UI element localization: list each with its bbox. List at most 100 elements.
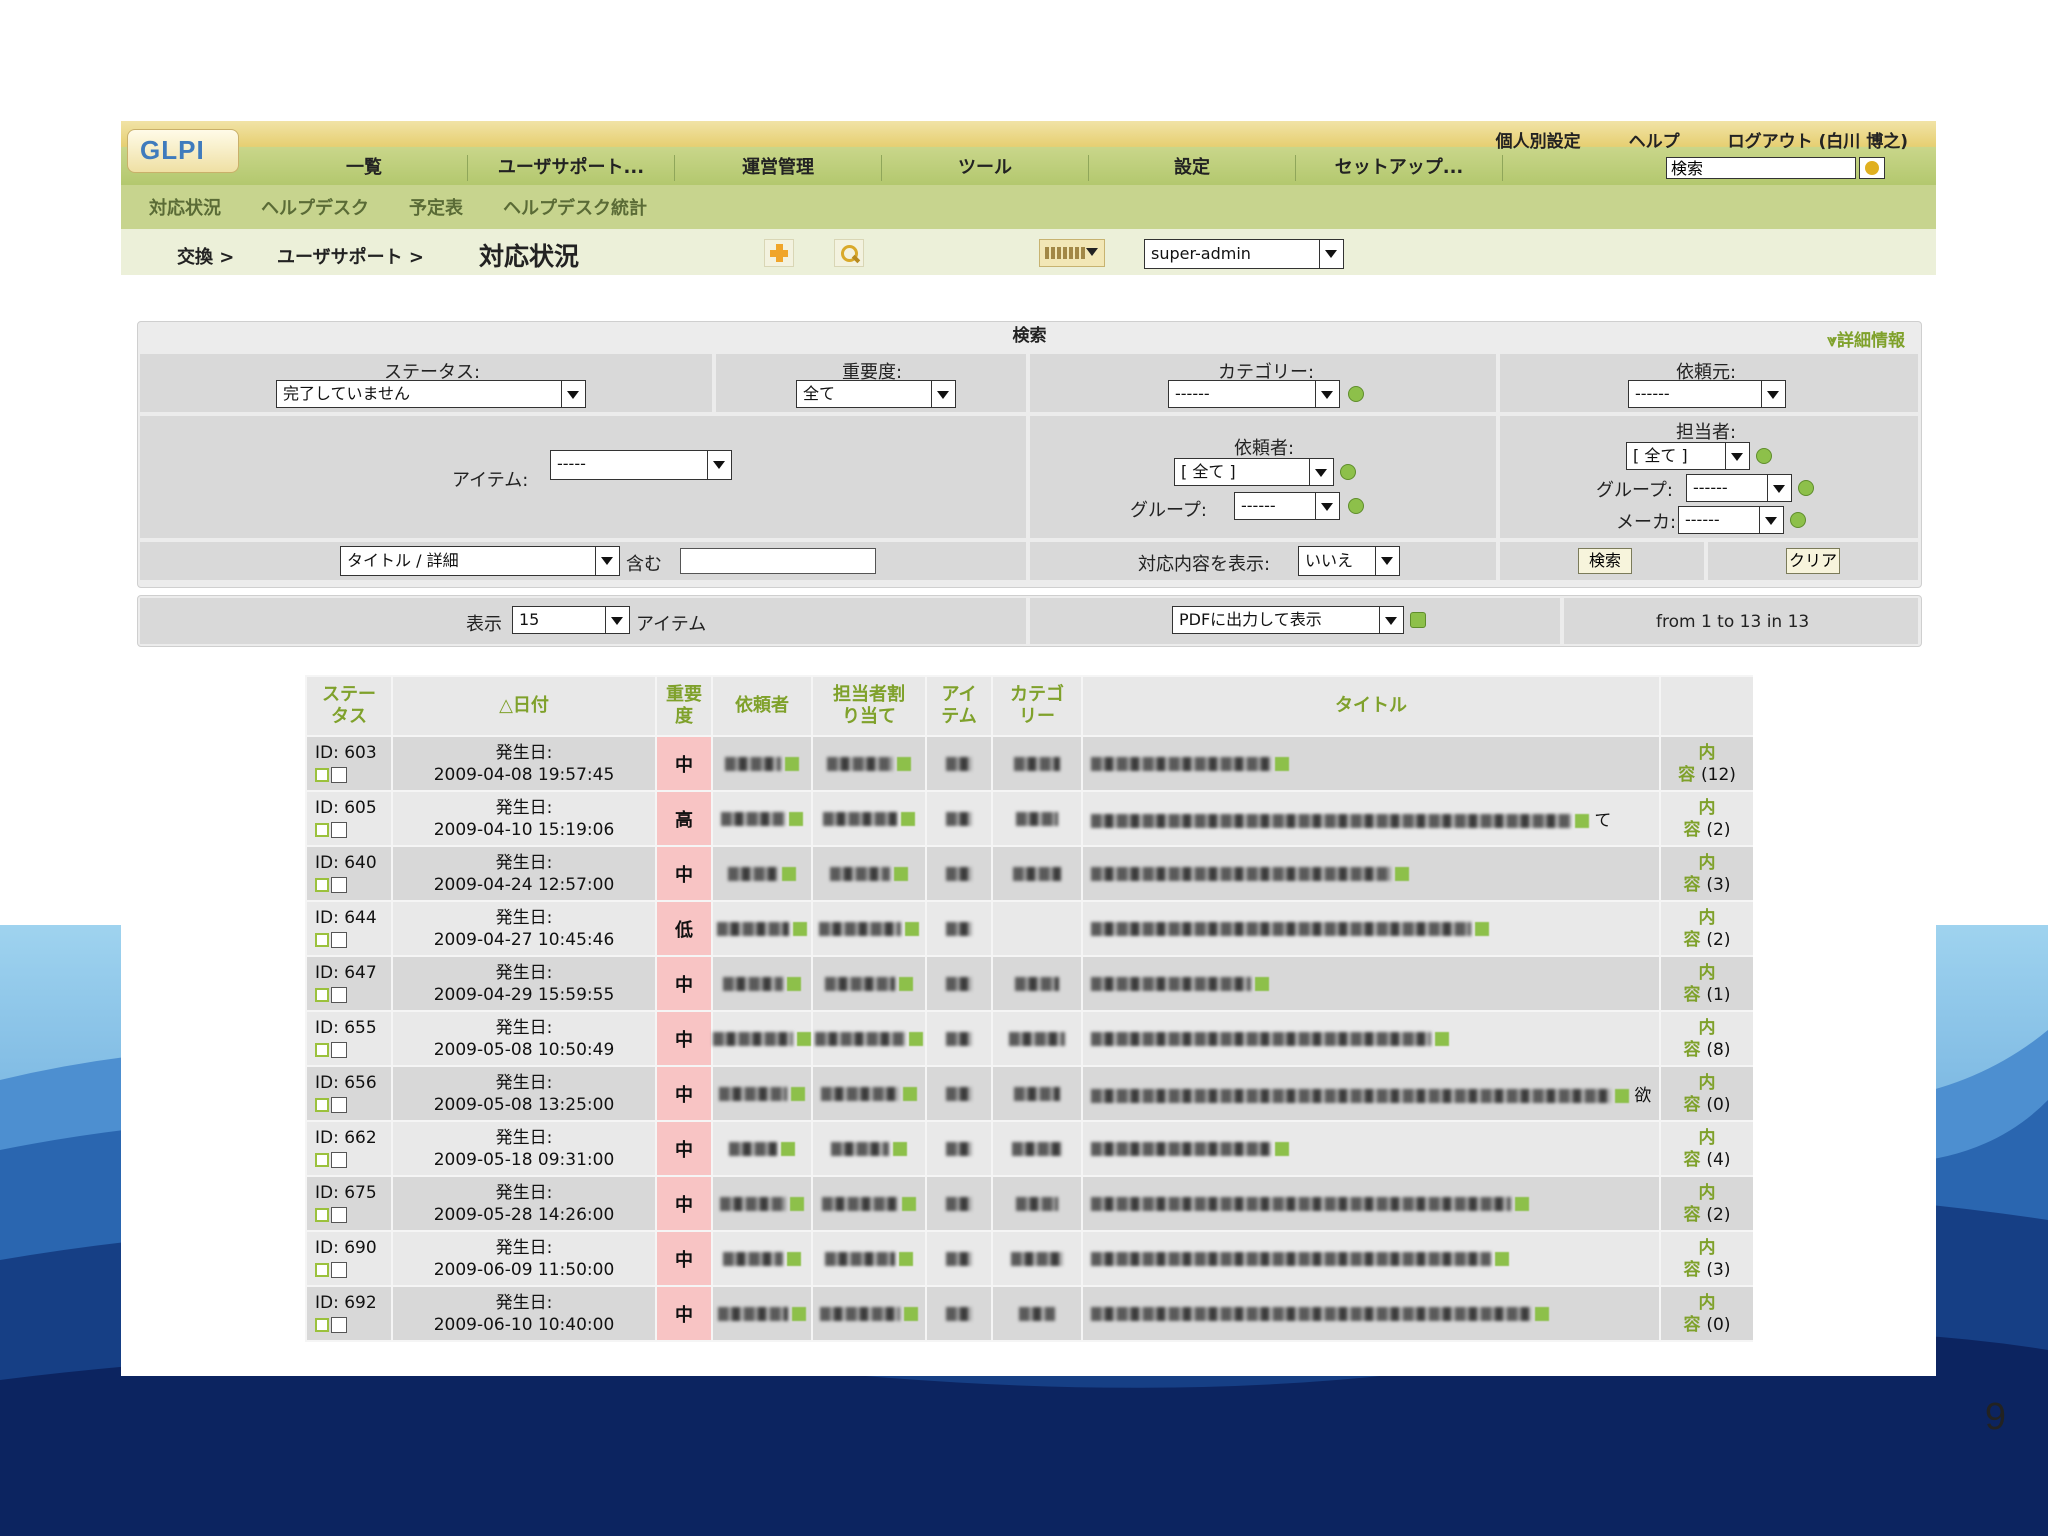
requester-select[interactable]: [ 全て ] [1174, 458, 1334, 486]
status-select[interactable]: 完了していません [276, 380, 586, 408]
header-search-button[interactable] [1859, 157, 1885, 179]
header-search-input[interactable]: 検索 [1666, 157, 1856, 179]
info-icon[interactable] [1395, 866, 1409, 881]
requester-cell[interactable] [711, 790, 813, 847]
menu-setup[interactable]: セットアップ... [1296, 155, 1503, 181]
content-cell[interactable]: 内容 (0) [1659, 1065, 1753, 1122]
table-row[interactable]: ID: 647 発生日: 2009-04-29 15:59:55 中 内容 (1) [305, 955, 1753, 1012]
assigned-cell[interactable] [811, 955, 927, 1012]
subnav-tracking[interactable]: 対応状況 [149, 194, 221, 220]
search-button[interactable]: 検索 [1578, 548, 1632, 574]
info-icon[interactable] [1615, 1089, 1629, 1103]
requester-cell[interactable] [711, 1065, 813, 1122]
ticket-id-cell[interactable]: ID: 662 [305, 1120, 393, 1177]
info-icon[interactable] [787, 1251, 801, 1266]
followups-link[interactable]: 内容 (2) [1683, 908, 1730, 950]
followups-link[interactable]: 内容 (8) [1683, 1018, 1730, 1060]
requester-cell[interactable] [711, 1175, 813, 1232]
item-cell[interactable] [925, 1120, 993, 1177]
info-icon[interactable] [789, 811, 803, 826]
info-icon[interactable] [1515, 1196, 1529, 1211]
ticket-id-cell[interactable]: ID: 656 [305, 1065, 393, 1122]
title-cell[interactable]: て [1081, 790, 1661, 847]
table-row[interactable]: ID: 603 発生日: 2009-04-08 19:57:45 中 内容 (12) [305, 735, 1753, 792]
clear-button[interactable]: クリア [1786, 548, 1840, 574]
table-row[interactable]: ID: 644 発生日: 2009-04-27 10:45:46 低 内容 (2) [305, 900, 1753, 957]
info-icon[interactable] [902, 1196, 916, 1211]
detail-info-link[interactable]: ⩔詳細情報 [1827, 326, 1905, 351]
table-row[interactable]: ID: 675 発生日: 2009-05-28 14:26:00 中 内容 (2) [305, 1175, 1753, 1232]
text-field-select[interactable]: タイトル / 詳細 [340, 546, 620, 576]
item-cell[interactable] [925, 845, 993, 902]
assigned-cell[interactable] [811, 900, 927, 957]
info-icon[interactable] [793, 921, 807, 936]
assigned-cell[interactable] [811, 1010, 927, 1067]
title-cell[interactable] [1081, 1010, 1661, 1067]
ticket-id[interactable]: ID: 656 [315, 1073, 377, 1093]
info-icon[interactable] [787, 976, 801, 991]
ticket-id-cell[interactable]: ID: 692 [305, 1285, 393, 1342]
ticket-id-cell[interactable]: ID: 640 [305, 845, 393, 902]
ticket-id[interactable]: ID: 675 [315, 1183, 377, 1203]
ticket-id-cell[interactable]: ID: 690 [305, 1230, 393, 1287]
title-cell[interactable] [1081, 845, 1661, 902]
logout-link[interactable]: ログアウト (白川 博之) [1728, 127, 1908, 152]
requester-cell[interactable] [711, 1120, 813, 1177]
category-select[interactable]: ------ [1168, 380, 1340, 408]
item-cell[interactable] [925, 1230, 993, 1287]
title-cell[interactable] [1081, 1120, 1661, 1177]
content-cell[interactable]: 内容 (8) [1659, 1010, 1753, 1067]
row-checkbox[interactable] [331, 1151, 347, 1168]
table-row[interactable]: ID: 640 発生日: 2009-04-24 12:57:00 中 内容 (3) [305, 845, 1753, 902]
requester-cell[interactable] [711, 900, 813, 957]
source-select[interactable]: ------ [1628, 380, 1786, 408]
followups-link[interactable]: 内容 (3) [1683, 1238, 1730, 1280]
info-icon[interactable] [1575, 814, 1589, 828]
requester-add-icon[interactable] [1340, 464, 1356, 480]
content-cell[interactable]: 内容 (2) [1659, 900, 1753, 957]
category-add-icon[interactable] [1348, 386, 1364, 402]
ticket-id-cell[interactable]: ID: 603 [305, 735, 393, 792]
content-cell[interactable]: 内容 (1) [1659, 955, 1753, 1012]
assignee-group-select[interactable]: ------ [1686, 474, 1792, 502]
followups-link[interactable]: 内容 (4) [1683, 1128, 1730, 1170]
requester-group-select[interactable]: ------ [1234, 492, 1340, 520]
maker-select[interactable]: ------ [1678, 506, 1784, 534]
ticket-id-cell[interactable]: ID: 644 [305, 900, 393, 957]
info-icon[interactable] [782, 866, 796, 881]
info-icon[interactable] [909, 1031, 923, 1046]
info-icon[interactable] [1435, 1031, 1449, 1046]
item-select[interactable]: ----- [550, 450, 732, 480]
ticket-id[interactable]: ID: 662 [315, 1128, 377, 1148]
assigned-cell[interactable] [811, 735, 927, 792]
info-icon[interactable] [797, 1031, 811, 1046]
info-icon[interactable] [897, 756, 911, 771]
row-checkbox[interactable] [331, 876, 347, 893]
requester-cell[interactable] [711, 1230, 813, 1287]
contains-input[interactable] [680, 548, 876, 574]
info-icon[interactable] [904, 1306, 918, 1321]
requester-cell[interactable] [711, 1010, 813, 1067]
item-cell[interactable] [925, 1285, 993, 1342]
info-icon[interactable] [781, 1141, 795, 1156]
export-select[interactable]: PDFに出力して表示 [1172, 606, 1404, 634]
followups-link[interactable]: 内容 (2) [1683, 1183, 1730, 1225]
row-checkbox[interactable] [331, 986, 347, 1003]
content-cell[interactable]: 内容 (12) [1659, 735, 1753, 792]
menu-settings[interactable]: 設定 [1089, 155, 1296, 181]
row-checkbox[interactable] [331, 1261, 347, 1278]
item-cell[interactable] [925, 735, 993, 792]
row-checkbox[interactable] [331, 1096, 347, 1113]
info-icon[interactable] [1275, 1141, 1289, 1156]
ticket-id-cell[interactable]: ID: 647 [305, 955, 393, 1012]
info-icon[interactable] [899, 976, 913, 991]
title-cell[interactable] [1081, 1230, 1661, 1287]
column-header-assigned[interactable]: 担当者割 り当て [811, 675, 927, 737]
info-icon[interactable] [905, 921, 919, 936]
assigned-cell[interactable] [811, 790, 927, 847]
menu-user-support[interactable]: ユーザサポート... [468, 155, 675, 181]
requester-cell[interactable] [711, 1285, 813, 1342]
menu-management[interactable]: 運営管理 [675, 155, 882, 181]
assigned-cell[interactable] [811, 1285, 927, 1342]
personal-settings-link[interactable]: 個人別設定 [1496, 127, 1581, 152]
